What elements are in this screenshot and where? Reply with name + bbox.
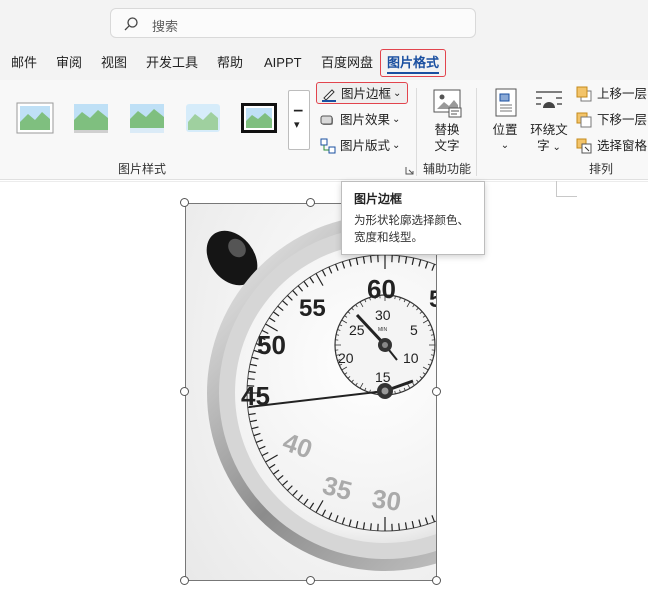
picture-border-button[interactable]: 图片边框 ⌄ [316,82,408,104]
blurred-number-30: 30 [370,483,403,517]
tab-review[interactable]: 审阅 [56,48,82,78]
margin-mark [556,181,557,197]
selection-pane-icon [576,138,592,154]
chevron-down-icon: ⌄ [393,88,402,99]
chevron-down-icon: ⌄ [392,140,401,151]
resize-handle-bottom-right[interactable] [432,576,441,585]
tooltip-title: 图片边框 [354,192,403,206]
group-separator [416,88,417,176]
subdial-number-10: 10 [403,350,419,366]
picture-border-label: 图片边框 [341,87,392,101]
dial-tick [398,523,401,531]
tab-aippt[interactable]: AIPPT [264,48,302,78]
position-label: 位置 [492,123,518,137]
position-button[interactable]: 位置 ⌄ [486,88,524,154]
bring-forward-icon [576,86,592,102]
alt-text-label-2: 文字 [434,139,460,153]
stopwatch-picture[interactable]: 60 55 50 45 5 30 25 20 15 10 5 MIN 40 35… [185,203,437,581]
picture-layout-button[interactable]: 图片版式 ⌄ [316,135,408,157]
wrap-text-button[interactable]: 环绕文 字 ⌄ [526,88,572,156]
tooltip-description: 为形状轮廓选择颜色、宽度和线型。 [354,215,469,244]
dial-number-50: 50 [257,330,286,360]
ribbon-tabs: 邮件 审阅 视图 开发工具 帮助 AIPPT 百度网盘 图片格式 [0,48,648,80]
bring-forward-button[interactable]: 上移一层 [573,83,648,105]
alt-text-button[interactable]: 替换 文字 [422,88,472,154]
picture-style-4[interactable] [184,102,222,134]
chevron-down-icon: ⌄ [392,114,401,125]
title-bar: 搜索 [0,0,648,48]
picture-layout-icon [320,138,336,154]
wrap-text-label-2: 字 [537,139,550,153]
tab-picture-format[interactable]: 图片格式 [380,49,447,77]
picture-style-5[interactable] [240,102,278,134]
position-icon [495,88,517,117]
dial-tick [247,377,255,380]
resize-handle-top-center[interactable] [306,198,315,207]
tab-help[interactable]: 帮助 [217,48,243,78]
tab-mail[interactable]: 邮件 [11,48,37,78]
selection-pane-button[interactable]: 选择窗格 [573,135,648,157]
pen-border-icon [322,89,336,102]
selection-pane-label: 选择窗格 [597,139,648,153]
search-box[interactable]: 搜索 [110,8,476,38]
ribbon: ▔ ▾ 图片边框 ⌄ 图片效果 ⌄ 图片版式 ⌄ 图片样式 替换 文字 辅助功能… [0,80,648,180]
subdial-number-15: 15 [375,369,391,385]
picture-style-1[interactable] [16,102,54,134]
group-label-accessibility: 辅助功能 [423,162,472,176]
group-separator [476,88,477,176]
subdial-unit: MIN [378,327,388,333]
dial-number-55: 55 [299,295,326,322]
search-icon [124,17,138,31]
alt-text-icon [433,89,462,118]
group-label-arrange: 排列 [589,162,614,176]
wrap-text-icon [536,91,562,108]
gallery-more-icon: ▔ ▾ [294,111,303,131]
dial-number-5: 5 [429,286,437,313]
dial-tick [369,255,372,263]
subdial-number-30: 30 [375,307,391,323]
alt-text-label-1: 替换 [434,123,460,137]
send-backward-label: 下移一层 [597,113,648,127]
picture-style-2[interactable] [72,102,110,134]
dial-tick [398,255,401,263]
effects-icon [320,115,333,125]
subdial-number-25: 25 [349,322,365,338]
chevron-down-icon: ⌄ [500,140,510,151]
resize-handle-bottom-left[interactable] [180,576,189,585]
send-backward-button[interactable]: 下移一层 [573,109,648,131]
resize-handle-top-left[interactable] [180,198,189,207]
subdial-number-20: 20 [338,350,354,366]
group-label-picture-styles: 图片样式 [118,162,167,176]
subdial-number-5: 5 [410,322,418,338]
resize-handle-middle-left[interactable] [180,387,189,396]
picture-effects-button[interactable]: 图片效果 ⌄ [316,109,408,131]
tab-baidu-netdisk[interactable]: 百度网盘 [321,48,373,78]
send-backward-icon [576,112,592,128]
search-placeholder: 搜索 [152,19,179,34]
tab-developer[interactable]: 开发工具 [146,48,198,78]
tooltip-picture-border: 图片边框 为形状轮廓选择颜色、宽度和线型。 [341,181,485,255]
dial-tick [369,523,372,531]
picture-style-3[interactable] [128,102,166,134]
dial-number-60: 60 [367,274,396,304]
bring-forward-label: 上移一层 [597,87,648,101]
tab-view[interactable]: 视图 [101,48,127,78]
picture-effects-label: 图片效果 [340,113,391,127]
gallery-more-button[interactable]: ▔ ▾ [288,90,310,150]
resize-handle-middle-right[interactable] [432,387,441,396]
dialog-launcher-icon[interactable] [405,166,414,175]
margin-mark [556,196,577,197]
page-top-edge [0,181,648,182]
wrap-text-label-1: 环绕文 [530,123,568,137]
chevron-down-icon: ⌄ [549,142,561,153]
picture-layout-label: 图片版式 [340,139,391,153]
resize-handle-bottom-center[interactable] [306,576,315,585]
